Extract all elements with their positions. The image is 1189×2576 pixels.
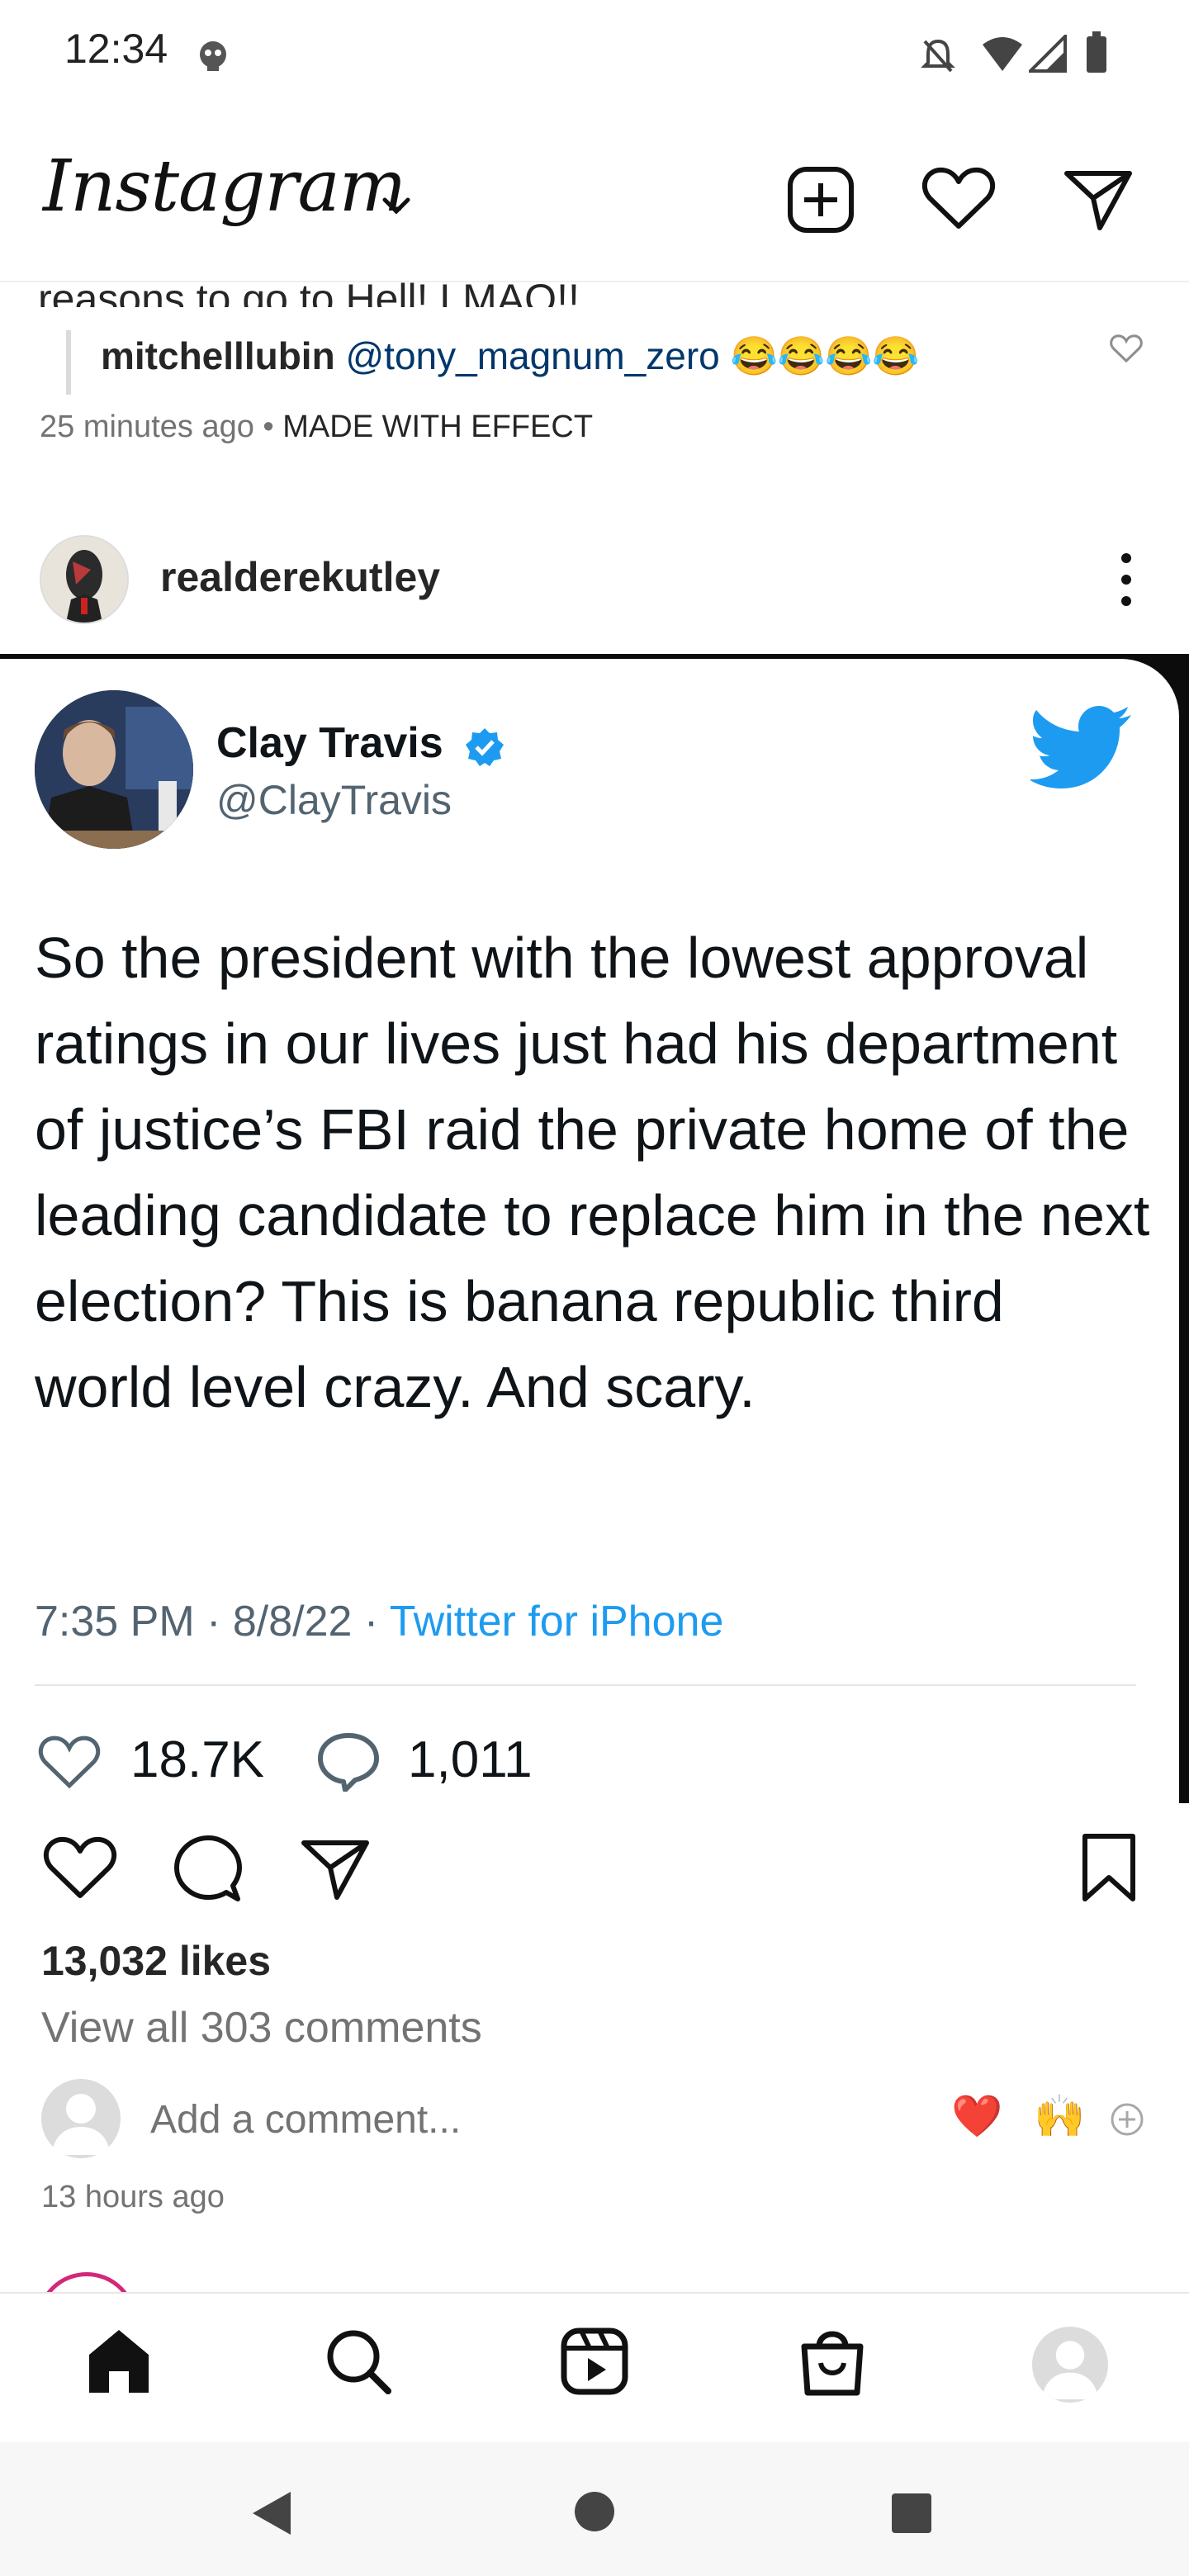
tweet-text: So the president with the lowest approva… [35, 926, 1150, 1419]
tweet-divider [35, 1684, 1136, 1686]
post-author-avatar[interactable] [40, 535, 129, 624]
recents-icon[interactable] [890, 2492, 933, 2535]
view-all-comments[interactable]: View all 303 comments [41, 2003, 482, 2053]
direct-messages-icon[interactable] [1063, 168, 1133, 231]
signal-icon [1029, 35, 1067, 73]
chevron-down-icon[interactable] [380, 195, 413, 218]
reels-icon[interactable] [560, 2327, 629, 2396]
comment-text-partial: reasons to go to Hell! LMAO!! [38, 276, 580, 307]
tweet-date: 8/8/22 [232, 1598, 353, 1646]
nav-divider [0, 2292, 1189, 2294]
tweet-author-name: Clay Travis [216, 719, 443, 767]
tweet-source: Twitter for iPhone [389, 1598, 724, 1646]
search-icon[interactable] [324, 2327, 393, 2396]
activity-heart-icon[interactable] [921, 165, 996, 231]
tweet-dot-2: · [352, 1598, 390, 1646]
save-bookmark-icon[interactable] [1082, 1833, 1136, 1902]
twitter-bird-icon [1030, 705, 1133, 791]
made-with-effect[interactable]: MADE WITH EFFECT [282, 410, 593, 444]
more-emoji-icon[interactable] [1110, 2102, 1144, 2137]
add-comment-input[interactable]: Add a comment... [150, 2097, 461, 2143]
share-icon[interactable] [301, 1838, 370, 1901]
tweet-dot-1: · [194, 1598, 233, 1646]
verified-badge-icon [464, 727, 505, 768]
post-time: 13 hours ago [41, 2180, 225, 2214]
tweet-meta: 7:35 PM · 8/8/22 · Twitter for iPhone [35, 1597, 723, 1646]
reply-username[interactable]: mitchelllubin [101, 334, 335, 377]
mute-icon [920, 36, 956, 76]
more-options-icon[interactable] [1120, 550, 1133, 609]
reply-emoji: 😂😂😂😂 [730, 334, 920, 377]
tweet-author-avatar [35, 690, 193, 849]
comment-icon[interactable] [173, 1835, 243, 1904]
comment-like-icon[interactable] [1110, 334, 1143, 363]
reply-comment: mitchelllubin @tony_magnum_zero 😂😂😂😂 [101, 334, 920, 379]
current-user-avatar [41, 2079, 121, 2158]
meta-separator: • [263, 410, 274, 444]
system-nav-bar [0, 2442, 1189, 2576]
like-icon[interactable] [43, 1835, 117, 1901]
quick-emoji-heart[interactable]: ❤️ [951, 2092, 1002, 2141]
wifi-icon [981, 35, 1024, 73]
tweet-author-handle: @ClayTravis [216, 777, 452, 823]
likes-count[interactable]: 13,032 likes [41, 1937, 271, 1985]
battery-icon [1085, 31, 1108, 74]
home-icon[interactable] [84, 2327, 154, 2396]
back-icon[interactable] [248, 2488, 294, 2538]
quick-emoji-raised-hands[interactable]: 🙌 [1034, 2092, 1085, 2141]
home-button-icon[interactable] [573, 2490, 616, 2533]
tweet-reply-icon [317, 1732, 380, 1792]
reply-mention[interactable]: @tony_magnum_zero [345, 334, 719, 377]
profile-avatar-icon[interactable] [1032, 2327, 1108, 2403]
tweet-like-count: 18.7K [130, 1731, 265, 1788]
reply-meta: 25 minutes ago • MADE WITH EFFECT [40, 410, 593, 445]
tweet-time: 7:35 PM [35, 1598, 195, 1646]
instagram-logo[interactable]: Instagram [43, 145, 406, 228]
status-time: 12:34 [64, 26, 168, 72]
new-post-icon[interactable] [786, 165, 855, 234]
shop-icon[interactable] [798, 2323, 867, 2396]
reply-time: 25 minutes ago [40, 410, 254, 444]
notification-icon [195, 38, 231, 74]
reply-indent-bar [66, 330, 71, 395]
bottom-nav [0, 2294, 1189, 2442]
tweet-reply-count: 1,011 [408, 1731, 533, 1788]
post-username[interactable]: realderekutley [160, 553, 440, 601]
tweet-like-icon [38, 1734, 101, 1790]
